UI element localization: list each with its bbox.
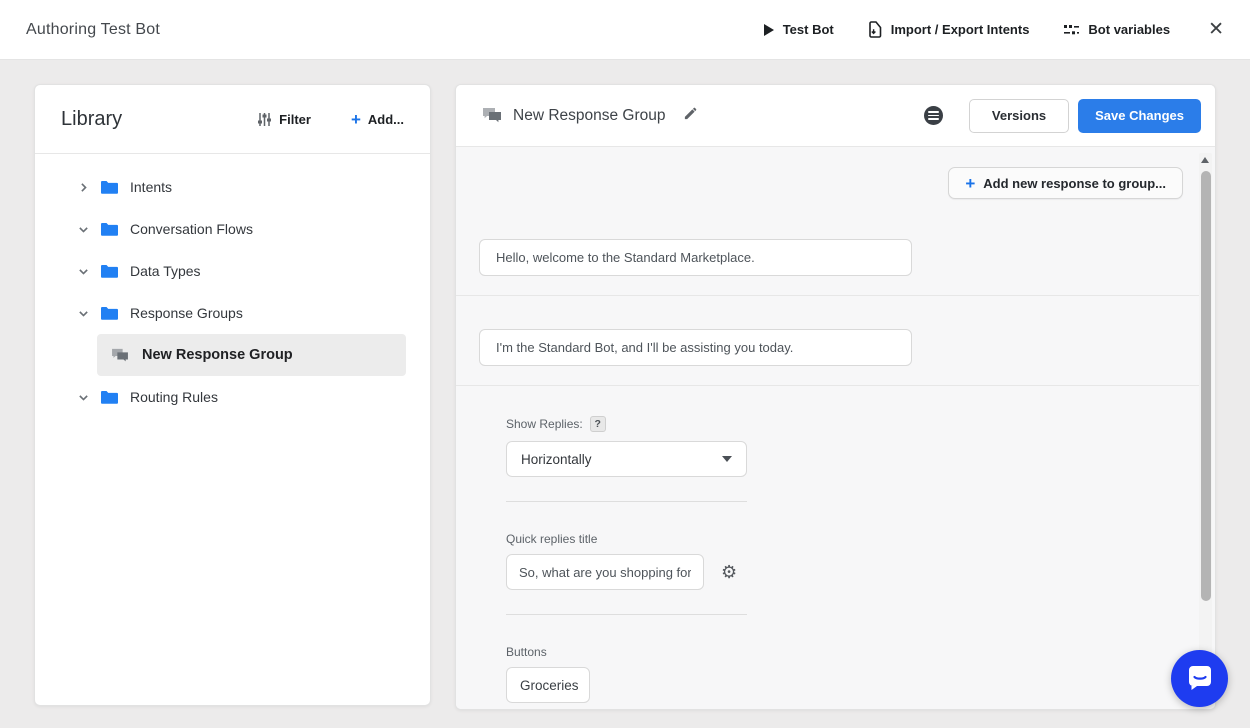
plus-icon: + — [351, 111, 361, 128]
import-export-intents-button[interactable]: Import / Export Intents — [868, 21, 1030, 38]
dropdown-value: Horizontally — [521, 452, 592, 467]
folder-icon — [101, 306, 118, 320]
tree-item-label: Routing Rules — [130, 389, 218, 405]
help-icon[interactable]: ? — [590, 416, 606, 432]
library-title: Library — [61, 108, 257, 131]
bot-variables-label: Bot variables — [1088, 22, 1170, 37]
tree-item-new-response-group-selected[interactable]: New Response Group — [97, 334, 406, 376]
sub-divider — [506, 614, 747, 615]
filter-button[interactable]: Filter — [257, 112, 311, 127]
chevron-down-icon[interactable] — [77, 223, 91, 236]
chevron-right-icon[interactable] — [77, 181, 91, 194]
test-bot-label: Test Bot — [783, 22, 834, 37]
library-header: Library Filter + Add... — [35, 85, 430, 154]
tree-item-label: Conversation Flows — [130, 221, 253, 237]
save-changes-button[interactable]: Save Changes — [1078, 99, 1201, 133]
folder-icon — [101, 222, 118, 236]
add-button[interactable]: + Add... — [351, 111, 404, 128]
folder-icon — [101, 390, 118, 404]
more-menu-icon[interactable] — [924, 106, 943, 125]
response-group-icon — [111, 348, 129, 363]
editor-title: New Response Group — [513, 107, 666, 125]
show-replies-label: Show Replies: — [506, 417, 583, 431]
response-group-icon — [482, 107, 502, 124]
quick-replies-title-input[interactable] — [506, 554, 704, 590]
play-icon — [763, 23, 775, 37]
show-replies-dropdown[interactable]: Horizontally — [506, 441, 747, 477]
library-tree: Intents Conversation Flows Data Types Re… — [35, 154, 430, 418]
close-icon[interactable]: ✕ — [1208, 20, 1224, 39]
editor-body: + Add new response to group... Hello, we… — [456, 147, 1215, 710]
library-panel: Library Filter + Add... Intents — [34, 84, 431, 706]
chevron-down-icon[interactable] — [77, 307, 91, 320]
buttons-label: Buttons — [506, 645, 1199, 659]
filter-icon — [257, 112, 272, 127]
sub-divider — [506, 501, 747, 502]
tree-item-response-groups[interactable]: Response Groups — [35, 292, 430, 334]
folder-icon — [101, 264, 118, 278]
tree-item-conversation-flows[interactable]: Conversation Flows — [35, 208, 430, 250]
tree-item-routing-rules[interactable]: Routing Rules — [35, 376, 430, 418]
versions-button[interactable]: Versions — [969, 99, 1069, 133]
plus-icon: + — [965, 175, 975, 192]
top-bar: Authoring Test Bot Test Bot Import / Exp… — [0, 0, 1250, 60]
chat-widget-button[interactable] — [1171, 650, 1228, 707]
quick-replies-title-label: Quick replies title — [506, 532, 1199, 546]
section-divider — [456, 385, 1199, 386]
edit-pencil-icon[interactable] — [683, 106, 698, 126]
editor-header: New Response Group Versions Save Changes — [456, 85, 1215, 147]
tree-item-label: Intents — [130, 179, 172, 195]
tree-item-data-types[interactable]: Data Types — [35, 250, 430, 292]
chevron-down-icon[interactable] — [77, 391, 91, 404]
vertical-scrollbar[interactable] — [1199, 153, 1212, 705]
chat-bubble-smile-icon — [1185, 664, 1215, 693]
bot-title: Authoring Test Bot — [26, 21, 160, 39]
folder-icon — [101, 180, 118, 194]
response-group-editor: New Response Group Versions Save Changes… — [455, 84, 1216, 710]
add-label: Add... — [368, 112, 404, 127]
add-response-label: Add new response to group... — [983, 176, 1166, 191]
quick-reply-button[interactable]: Groceries — [506, 667, 590, 703]
selected-item-label: New Response Group — [142, 347, 293, 363]
scrollbar-thumb[interactable] — [1201, 171, 1211, 601]
add-response-button[interactable]: + Add new response to group... — [948, 167, 1183, 199]
filter-label: Filter — [279, 112, 311, 127]
gear-icon[interactable]: ⚙ — [721, 563, 737, 581]
tree-item-label: Data Types — [130, 263, 201, 279]
test-bot-button[interactable]: Test Bot — [763, 22, 834, 37]
import-export-icon — [868, 21, 883, 38]
response-text-field[interactable]: I'm the Standard Bot, and I'll be assist… — [479, 329, 912, 366]
tree-item-intents[interactable]: Intents — [35, 166, 430, 208]
bot-variables-button[interactable]: Bot variables — [1063, 22, 1170, 37]
chevron-down-icon[interactable] — [77, 265, 91, 278]
response-text-field[interactable]: Hello, welcome to the Standard Marketpla… — [479, 239, 912, 276]
import-export-label: Import / Export Intents — [891, 22, 1030, 37]
scroll-up-arrow-icon[interactable] — [1201, 157, 1209, 163]
chevron-down-icon — [722, 456, 732, 462]
section-divider — [456, 295, 1199, 296]
show-replies-label-row: Show Replies: ? — [506, 416, 1199, 432]
variables-icon — [1063, 23, 1080, 37]
tree-item-label: Response Groups — [130, 305, 243, 321]
